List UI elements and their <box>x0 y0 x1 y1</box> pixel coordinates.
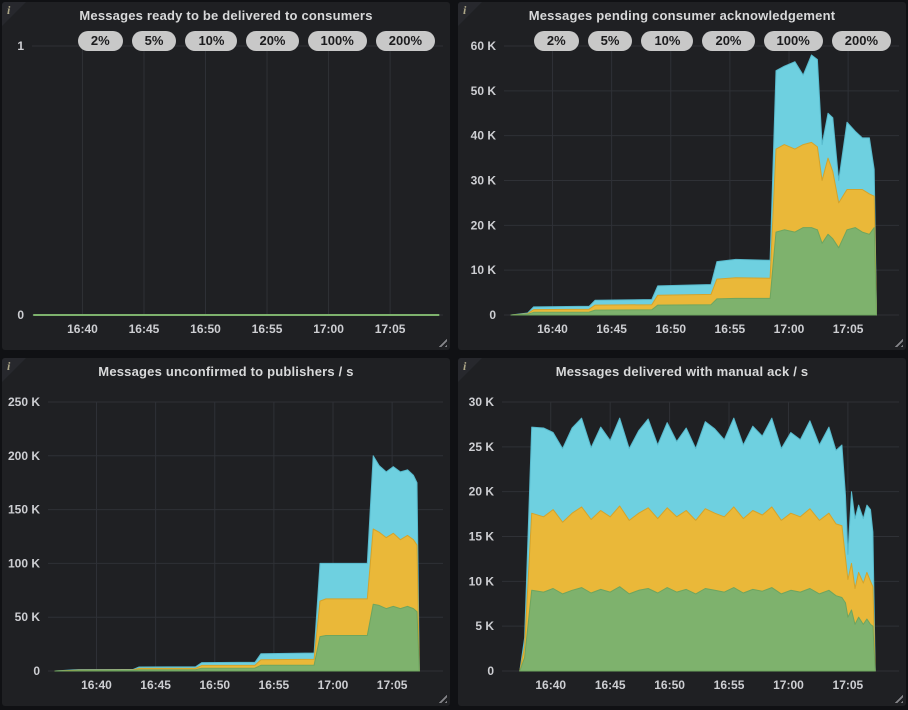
threshold-badge-20pct[interactable]: 20% <box>246 31 298 51</box>
pending-ack-chart[interactable]: 0 10 K 20 K 30 K 40 K 50 K 60 K 16:40 16:45 16:50… <box>458 28 906 350</box>
panel-info-corner[interactable]: i <box>458 2 482 26</box>
x-tick-label: 17:00 <box>318 678 349 692</box>
info-icon: i <box>7 359 10 374</box>
x-tick-label: 16:40 <box>535 678 566 692</box>
x-tick-label: 16:55 <box>715 322 746 336</box>
x-tick-label: 16:40 <box>81 678 112 692</box>
y-tick-label: 250 K <box>8 395 40 409</box>
x-tick-label: 16:40 <box>537 322 568 336</box>
threshold-badge-2pct[interactable]: 2% <box>534 31 579 51</box>
y-tick-label: 0 <box>487 664 494 678</box>
x-tick-label: 16:55 <box>252 322 283 336</box>
info-icon: i <box>7 3 10 18</box>
x-tick-label: 16:50 <box>190 322 221 336</box>
panel-title[interactable]: Messages pending consumer acknowledgemen… <box>458 8 906 23</box>
panel-messages-unconfirmed: i Messages unconfirmed to publishers / s… <box>2 358 450 706</box>
y-tick-label: 10 K <box>469 574 495 588</box>
y-tick-label: 25 K <box>469 440 495 454</box>
x-tick-label: 16:50 <box>199 678 230 692</box>
x-tick-label: 16:50 <box>654 678 685 692</box>
y-tick-label: 10 K <box>471 263 497 277</box>
x-tick-label: 16:45 <box>129 322 160 336</box>
y-tick-label: 5 K <box>475 619 494 633</box>
info-icon: i <box>463 359 466 374</box>
y-tick-label: 30 K <box>469 395 495 409</box>
panel-info-corner[interactable]: i <box>458 358 482 382</box>
threshold-badge-5pct[interactable]: 5% <box>588 31 633 51</box>
threshold-badge-200pct[interactable]: 200% <box>376 31 435 51</box>
panel-messages-delivered: i Messages delivered with manual ack / s… <box>458 358 906 706</box>
delivered-chart[interactable]: 0 5 K 10 K 15 K 20 K 25 K 30 K 16:40 16:45 16:50 1… <box>458 384 906 706</box>
info-icon: i <box>463 3 466 18</box>
threshold-badge-100pct[interactable]: 100% <box>308 31 367 51</box>
threshold-badge-200pct[interactable]: 200% <box>832 31 891 51</box>
x-tick-label: 16:40 <box>67 322 98 336</box>
y-tick-label: 0 <box>489 308 496 322</box>
y-tick-label: 60 K <box>471 39 497 53</box>
panel-info-corner[interactable]: i <box>2 358 26 382</box>
x-tick-label: 16:45 <box>595 678 626 692</box>
x-tick-label: 17:00 <box>774 322 805 336</box>
badge-row: 2% 5% 10% 20% 100% 200% <box>78 31 435 51</box>
threshold-badge-20pct[interactable]: 20% <box>702 31 754 51</box>
panel-messages-ready: i Messages ready to be delivered to cons… <box>2 2 450 350</box>
threshold-badge-10pct[interactable]: 10% <box>641 31 693 51</box>
x-tick-label: 16:45 <box>140 678 171 692</box>
x-tick-label: 16:55 <box>259 678 290 692</box>
panel-title[interactable]: Messages delivered with manual ack / s <box>458 364 906 379</box>
panel-title[interactable]: Messages ready to be delivered to consum… <box>2 8 450 23</box>
series-area-green <box>520 587 875 671</box>
threshold-badge-10pct[interactable]: 10% <box>185 31 237 51</box>
y-tick-label: 100 K <box>8 556 40 570</box>
y-tick-label: 1 <box>17 39 24 53</box>
threshold-badge-5pct[interactable]: 5% <box>132 31 177 51</box>
panel-info-corner[interactable]: i <box>2 2 26 26</box>
panel-messages-pending-ack: i Messages pending consumer acknowledgem… <box>458 2 906 350</box>
y-tick-label: 50 K <box>15 610 41 624</box>
y-tick-label: 0 <box>33 664 40 678</box>
y-tick-label: 50 K <box>471 84 497 98</box>
badge-row: 2% 5% 10% 20% 100% 200% <box>534 31 891 51</box>
ready-chart[interactable]: 0 1 16:40 16:45 16:50 16:55 17:00 17:05 <box>2 28 450 350</box>
dashboard-grid: i Messages ready to be delivered to cons… <box>0 0 908 710</box>
y-tick-label: 150 K <box>8 503 40 517</box>
panel-title[interactable]: Messages unconfirmed to publishers / s <box>2 364 450 379</box>
y-tick-label: 30 K <box>471 174 497 188</box>
x-tick-label: 17:05 <box>377 678 408 692</box>
y-tick-label: 0 <box>17 308 24 322</box>
x-tick-label: 17:05 <box>833 678 864 692</box>
x-tick-label: 16:50 <box>655 322 686 336</box>
y-tick-label: 40 K <box>471 129 497 143</box>
y-tick-label: 200 K <box>8 449 40 463</box>
threshold-badge-100pct[interactable]: 100% <box>764 31 823 51</box>
x-tick-label: 16:55 <box>714 678 745 692</box>
y-tick-label: 20 K <box>469 485 495 499</box>
x-tick-label: 16:45 <box>596 322 627 336</box>
x-tick-label: 17:05 <box>833 322 864 336</box>
x-tick-label: 17:00 <box>313 322 344 336</box>
unconfirmed-chart[interactable]: 0 50 K 100 K 150 K 200 K 250 K 16:40 16:45 16:50… <box>2 384 450 706</box>
y-tick-label: 15 K <box>469 530 495 544</box>
threshold-badge-2pct[interactable]: 2% <box>78 31 123 51</box>
x-tick-label: 17:05 <box>375 322 406 336</box>
x-tick-label: 17:00 <box>773 678 804 692</box>
y-tick-label: 20 K <box>471 218 497 232</box>
